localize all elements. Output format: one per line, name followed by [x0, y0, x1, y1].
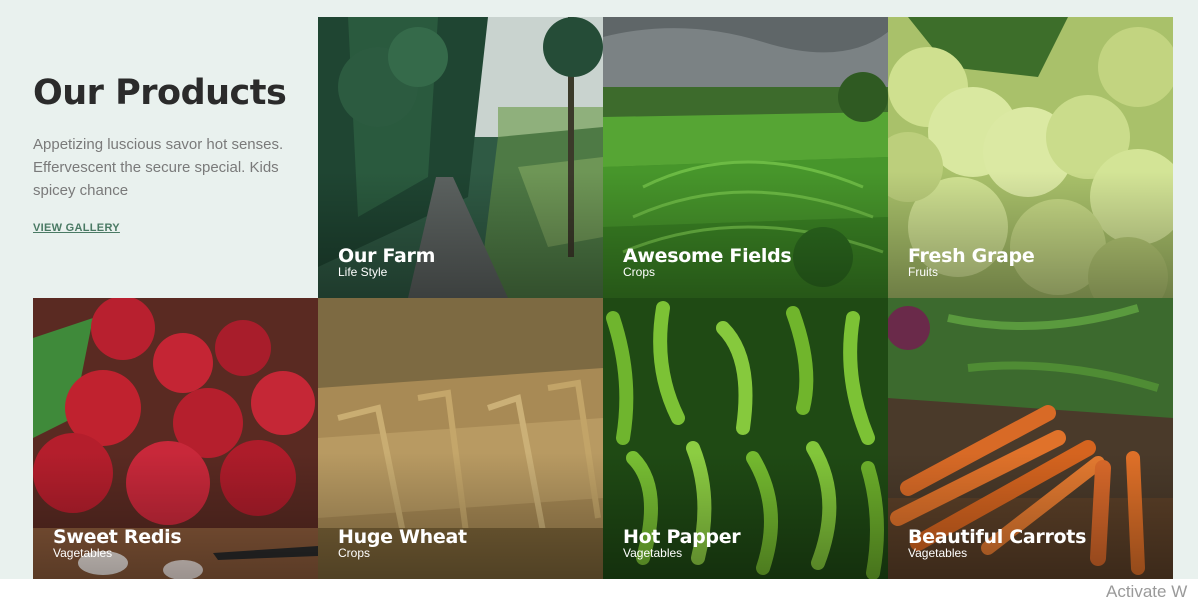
tile-category: Vagetables	[53, 546, 113, 560]
tile-category: Life Style	[338, 265, 388, 279]
product-tile-huge-wheat[interactable]: Huge Wheat Crops	[318, 298, 603, 579]
tile-caption: Beautiful Carrots Vagetables	[908, 527, 1086, 560]
section-description: Appetizing luscious savor hot senses. Ef…	[33, 136, 284, 199]
bottom-strip	[0, 579, 1198, 609]
tile-title: Our Farm	[338, 245, 436, 267]
tile-title: Hot Papper	[623, 526, 741, 548]
tile-title: Awesome Fields	[623, 245, 792, 267]
view-gallery-link[interactable]: VIEW GALLERY	[33, 222, 120, 234]
tile-caption: Fresh Grape Fruits	[908, 245, 1035, 279]
tile-title: Huge Wheat	[338, 526, 467, 548]
product-tile-awesome-fields[interactable]: Awesome Fields Crops	[603, 17, 888, 298]
tile-category: Vagetables	[623, 546, 683, 560]
tile-caption: Huge Wheat Crops	[338, 527, 467, 560]
tile-category: Fruits	[908, 265, 938, 279]
tile-title: Beautiful Carrots	[908, 526, 1087, 548]
section-title: Our Products	[33, 73, 287, 113]
tile-caption: Awesome Fields Crops	[623, 245, 792, 279]
tile-caption: Our Farm Life Style	[338, 246, 435, 279]
products-intro: Our Products Appetizing luscious savor h…	[33, 17, 318, 298]
tile-title: Sweet Redis	[53, 526, 182, 548]
product-tile-beautiful-carrots[interactable]: Beautiful Carrots Vagetables	[888, 298, 1173, 579]
product-tile-hot-papper[interactable]: Hot Papper Vagetables	[603, 298, 888, 579]
activate-windows-watermark: Activate W	[1106, 582, 1188, 601]
product-tile-sweet-redis[interactable]: Sweet Redis Vagetables	[33, 298, 318, 579]
tile-category: Crops	[338, 546, 371, 560]
tile-caption: Sweet Redis Vagetables	[53, 526, 182, 560]
tile-category: Crops	[623, 265, 656, 279]
tile-title: Fresh Grape	[908, 245, 1035, 267]
product-tile-our-farm[interactable]: Our Farm Life Style	[318, 17, 603, 298]
tile-caption: Hot Papper Vagetables	[623, 526, 741, 560]
product-tile-fresh-grape[interactable]: Fresh Grape Fruits	[888, 17, 1173, 298]
tile-category: Vagetables	[908, 546, 968, 560]
